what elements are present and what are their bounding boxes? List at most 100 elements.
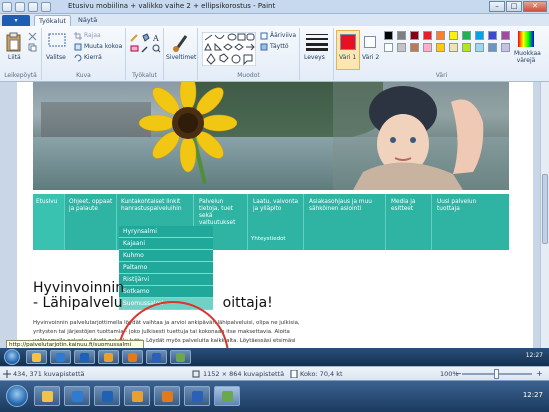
rotate-icon[interactable]: [74, 54, 82, 62]
taskbar-lync[interactable]: [94, 386, 120, 406]
palette-swatch[interactable]: [436, 31, 445, 40]
crop-button[interactable]: Rajaa: [84, 32, 101, 39]
paint-menu-button[interactable]: ▾: [2, 15, 30, 26]
color1-label: Väri 1: [339, 54, 357, 61]
color2-swatch[interactable]: [364, 36, 376, 48]
zoom-out-button[interactable]: −: [455, 370, 462, 378]
ribbon-tabs: ▾ Työkalut Näytä: [0, 14, 549, 26]
paste-icon[interactable]: [6, 32, 22, 52]
paint-app-icon[interactable]: [2, 2, 12, 12]
text-tool-icon[interactable]: A: [152, 33, 161, 42]
palette-swatch[interactable]: [501, 43, 510, 52]
palette-swatch[interactable]: [449, 43, 458, 52]
tools-group-label: Työkalut: [132, 72, 157, 79]
contact-subnav[interactable]: Yhteystiedot: [251, 236, 286, 242]
nav-divider: [385, 194, 386, 250]
eraser-icon[interactable]: [130, 44, 139, 53]
dropdown-item-kuhmo[interactable]: Kuhmo: [119, 250, 213, 262]
palette-swatch[interactable]: [384, 31, 393, 40]
taskbar-firefox[interactable]: [154, 386, 180, 406]
dropdown-item-kajaani[interactable]: Kajaani: [119, 238, 213, 250]
save-icon[interactable]: [15, 2, 25, 12]
size-button[interactable]: Leveys: [304, 54, 325, 61]
colors-group-label: Väri: [435, 72, 448, 79]
zoom-slider-thumb[interactable]: [494, 369, 499, 379]
nav-item-media[interactable]: Media ja esitteet: [391, 199, 427, 213]
vertical-scrollbar[interactable]: [540, 82, 549, 348]
edit-colors-button[interactable]: Muokkaa värejä: [514, 50, 541, 64]
color1-swatch[interactable]: [340, 34, 356, 50]
taskbar-paint[interactable]: [214, 386, 240, 406]
fill-bucket-icon[interactable]: [141, 33, 150, 42]
brushes-button[interactable]: Siveltimet: [166, 54, 196, 61]
taskbar-word[interactable]: [184, 386, 210, 406]
undo-icon[interactable]: [28, 2, 38, 12]
nav-item-customer-guidance[interactable]: Asiakasohjaus ja muu sähköinen asiointi: [309, 199, 381, 213]
palette-swatch[interactable]: [501, 31, 510, 40]
nav-divider: [431, 194, 432, 250]
canvas-image[interactable]: Etusivu Ohjeet, oppaat ja palaute Kuntak…: [17, 82, 533, 348]
copy-icon[interactable]: [28, 43, 37, 52]
dropdown-item-hyrynsalmi[interactable]: Hyrynsalmi: [119, 226, 213, 238]
palette-swatch[interactable]: [488, 43, 497, 52]
paste-button[interactable]: Liitä: [8, 54, 21, 61]
start-button[interactable]: [6, 385, 28, 407]
shapes-gallery-icon[interactable]: [202, 32, 256, 66]
palette-swatch[interactable]: [436, 43, 445, 52]
rotate-button[interactable]: Kierrä: [84, 54, 102, 61]
magnifier-icon[interactable]: [152, 44, 161, 53]
nav-item-new-provider[interactable]: Uusi palvelun tuottaja: [437, 199, 487, 213]
color-picker-icon[interactable]: [141, 44, 150, 53]
maximize-button[interactable]: □: [506, 1, 522, 12]
shapes-group-label: Muodot: [237, 72, 260, 79]
palette-swatch[interactable]: [423, 43, 432, 52]
scrollbar-thumb[interactable]: [542, 174, 548, 244]
palette-swatch[interactable]: [462, 43, 471, 52]
tab-view[interactable]: Näytä: [74, 15, 101, 26]
select-button[interactable]: Valitse: [46, 54, 66, 61]
palette-swatch[interactable]: [449, 31, 458, 40]
zoom-in-button[interactable]: +: [536, 370, 543, 378]
outline-dropdown[interactable]: Ääriviiva: [270, 32, 296, 39]
nav-item-municipal-links[interactable]: Kuntakohtaiset linkit hanrastuspalveluih…: [121, 199, 183, 213]
outline-icon[interactable]: [260, 32, 268, 40]
taskbar-ie[interactable]: [64, 386, 90, 406]
size-group: Leveys: [300, 28, 334, 80]
palette-swatch[interactable]: [410, 31, 419, 40]
palette-swatch[interactable]: [475, 31, 484, 40]
tab-tools[interactable]: Työkalut: [34, 15, 71, 26]
pencil-icon[interactable]: [130, 33, 139, 42]
line-width-icon[interactable]: [306, 33, 328, 51]
resize-button[interactable]: Muuta kokoa: [84, 43, 122, 50]
palette-swatch[interactable]: [384, 43, 393, 52]
palette-swatch[interactable]: [488, 31, 497, 40]
dropdown-item-ristijarvi[interactable]: Ristijärvi: [119, 274, 213, 286]
select-icon[interactable]: [48, 33, 66, 47]
close-button[interactable]: ✕: [523, 1, 547, 12]
palette-swatch[interactable]: [397, 31, 406, 40]
taskbar-explorer[interactable]: [34, 386, 60, 406]
embedded-taskbar-app: [26, 350, 47, 364]
outlook-icon: [104, 353, 113, 362]
cut-icon[interactable]: [28, 32, 37, 41]
resize-icon[interactable]: [74, 43, 82, 51]
taskbar-outlook[interactable]: [124, 386, 150, 406]
palette-swatch[interactable]: [462, 31, 471, 40]
palette-swatch[interactable]: [410, 43, 419, 52]
dropdown-item-paltamo[interactable]: Paltamo: [119, 262, 213, 274]
nav-item-home[interactable]: Etusivu: [33, 194, 64, 250]
brush-icon[interactable]: [172, 32, 190, 52]
palette-swatch[interactable]: [423, 31, 432, 40]
minimize-button[interactable]: –: [489, 1, 505, 12]
crop-icon[interactable]: [74, 32, 82, 40]
palette-swatch[interactable]: [397, 43, 406, 52]
outlook-icon: [132, 391, 143, 402]
fill-icon[interactable]: [260, 43, 268, 51]
nav-item-service-info[interactable]: Palvelun tietoja, tuet sekä valtuutukset: [199, 199, 243, 227]
redo-icon[interactable]: [41, 2, 51, 12]
edit-colors-icon[interactable]: [518, 31, 534, 47]
fill-dropdown[interactable]: Täyttö: [270, 43, 289, 50]
nav-item-quality[interactable]: Laatu, valvonta ja ylläpito: [253, 199, 299, 213]
nav-item-guides[interactable]: Ohjeet, oppaat ja palaute: [69, 199, 115, 213]
palette-swatch[interactable]: [475, 43, 484, 52]
